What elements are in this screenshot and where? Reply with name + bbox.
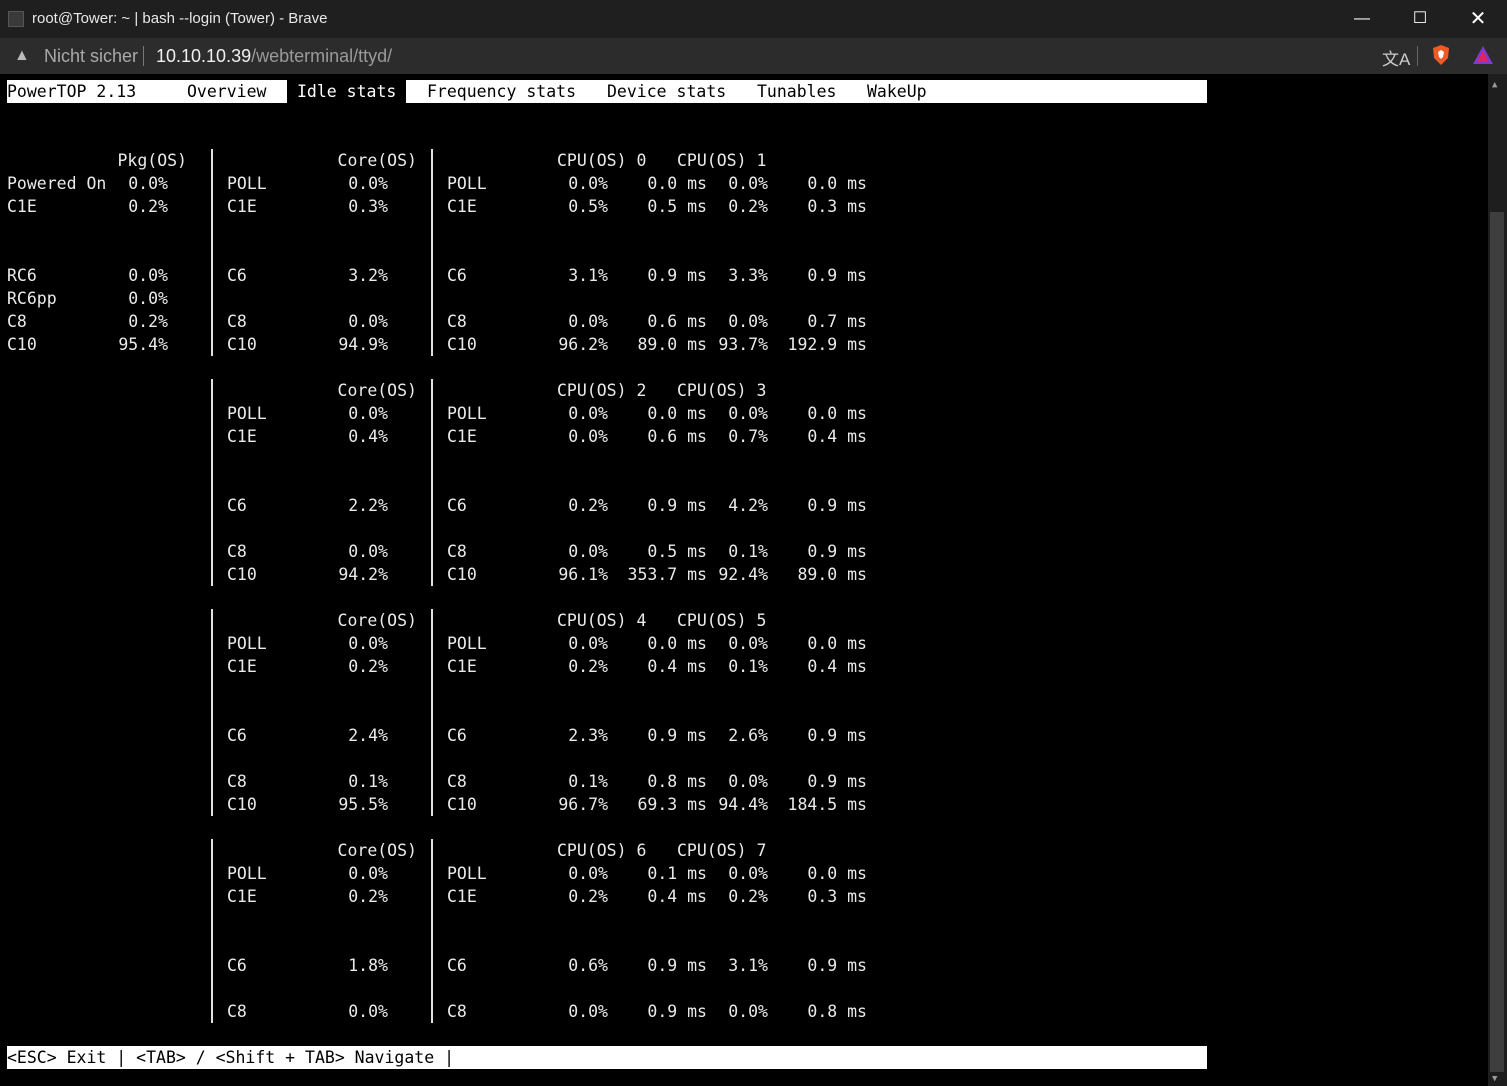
cpu-residency-ms: 0.0 ms xyxy=(807,404,867,423)
column-separator xyxy=(211,517,213,540)
column-separator xyxy=(211,448,213,471)
powertop-tab-bar: PowerTOP 2.13 Overview Idle stats Freque… xyxy=(7,80,1207,103)
cpu-residency-ms: 0.9 ms xyxy=(807,726,867,745)
powertop-title: PowerTOP 2.13 xyxy=(7,82,137,101)
cpu-header: CPU(OS) 6 xyxy=(557,841,647,860)
maximize-button[interactable]: ☐ xyxy=(1391,0,1449,38)
browser-address-bar: ▲ Nicht sicher 10.10.10.39/webterminal/t… xyxy=(0,38,1507,74)
column-separator xyxy=(431,839,433,862)
column-separator xyxy=(211,241,213,264)
column-separator xyxy=(431,908,433,931)
column-separator xyxy=(431,218,433,241)
scroll-down-arrow-icon[interactable]: ▼ xyxy=(1492,1074,1497,1084)
pkg-percent: 0.0% xyxy=(128,289,168,308)
column-separator xyxy=(431,678,433,701)
cpu-residency-ms: 0.0 ms xyxy=(807,864,867,883)
column-separator xyxy=(431,609,433,632)
cpu-residency-ms: 0.8 ms xyxy=(807,1002,867,1021)
column-separator xyxy=(431,149,433,172)
scrollbar-thumb[interactable] xyxy=(1490,212,1504,1072)
window-titlebar: root@Tower: ~ | bash --login (Tower) - B… xyxy=(0,0,1507,38)
scroll-up-arrow-icon[interactable]: ▲ xyxy=(1492,80,1497,90)
cpu-residency-ms: 0.9 ms xyxy=(807,956,867,975)
tab-overview[interactable]: Overview xyxy=(187,80,266,103)
column-separator xyxy=(431,241,433,264)
column-separator xyxy=(431,747,433,770)
terminal-app-icon xyxy=(8,11,24,27)
cpu-residency-ms: 0.9 ms xyxy=(807,772,867,791)
column-separator xyxy=(431,287,433,310)
column-separator xyxy=(431,701,433,724)
tab-frequency-stats[interactable]: Frequency stats xyxy=(427,80,576,103)
column-separator xyxy=(211,609,213,632)
column-separator xyxy=(211,839,213,862)
security-status-label[interactable]: Nicht sicher xyxy=(44,46,138,67)
column-separator xyxy=(431,471,433,494)
cpu-residency-ms: 0.9 ms xyxy=(807,496,867,515)
column-separator xyxy=(211,149,213,172)
column-separator xyxy=(211,471,213,494)
cpu-residency-ms: 0.9 ms xyxy=(807,542,867,561)
column-separator xyxy=(211,287,213,310)
cpu-residency-ms: 0.3 ms xyxy=(807,887,867,906)
url-field[interactable]: 10.10.10.39/webterminal/ttyd/ xyxy=(156,46,392,67)
column-separator xyxy=(211,701,213,724)
cpu-residency-ms: 192.9 ms xyxy=(787,335,867,354)
cpu-header: CPU(OS) 3 xyxy=(677,381,767,400)
column-separator xyxy=(431,977,433,1000)
cpu-header: CPU(OS) 7 xyxy=(677,841,767,860)
powertop-status-bar: <ESC> Exit | <TAB> / <Shift + TAB> Navig… xyxy=(7,1046,1207,1069)
column-separator xyxy=(211,218,213,241)
tab-tunables[interactable]: Tunables xyxy=(757,80,836,103)
cpu-residency-ms: 0.4 ms xyxy=(807,427,867,446)
column-separator xyxy=(431,517,433,540)
column-separator xyxy=(431,448,433,471)
tab-idle-stats[interactable]: Idle stats xyxy=(287,80,407,103)
cpu-residency-ms: 184.5 ms xyxy=(787,795,867,814)
cpu-residency-ms: 0.0 ms xyxy=(807,174,867,193)
close-button[interactable]: ✕ xyxy=(1449,0,1507,38)
warning-icon[interactable]: ▲ xyxy=(14,47,30,65)
url-path: /webterminal/ttyd/ xyxy=(251,46,393,66)
cpu-header: CPU(OS) 0 xyxy=(557,151,647,170)
cpu-residency-ms: 0.4 ms xyxy=(807,657,867,676)
window-title: root@Tower: ~ | bash --login (Tower) - B… xyxy=(32,10,328,27)
column-separator xyxy=(211,931,213,954)
brave-rewards-icon[interactable] xyxy=(1472,45,1494,65)
cpu-header: CPU(OS) 1 xyxy=(677,151,767,170)
column-separator xyxy=(431,931,433,954)
cpu-residency-ms: 0.7 ms xyxy=(807,312,867,331)
minimize-button[interactable]: — xyxy=(1333,0,1391,38)
column-separator xyxy=(211,379,213,402)
cpu-header: CPU(OS) 4 xyxy=(557,611,647,630)
cpu-residency-ms: 0.9 ms xyxy=(807,266,867,285)
column-separator xyxy=(211,908,213,931)
cpu-header: CPU(OS) 5 xyxy=(677,611,767,630)
toolbar-divider xyxy=(1417,46,1418,66)
url-host: 10.10.10.39 xyxy=(156,46,252,66)
column-separator xyxy=(431,379,433,402)
column-separator xyxy=(211,747,213,770)
cpu-header: CPU(OS) 2 xyxy=(557,381,647,400)
column-separator xyxy=(211,678,213,701)
column-separator xyxy=(211,977,213,1000)
address-divider xyxy=(143,46,144,66)
cpu-residency-ms: 0.3 ms xyxy=(807,197,867,216)
cpu-residency-ms: 89.0 ms xyxy=(797,565,867,584)
cpu-residency-ms: 0.0 ms xyxy=(807,634,867,653)
brave-shields-icon[interactable] xyxy=(1431,44,1451,66)
translate-icon[interactable]: 文A xyxy=(1382,45,1410,70)
tab-device-stats[interactable]: Device stats xyxy=(607,80,726,103)
tab-wakeup[interactable]: WakeUp xyxy=(867,80,927,103)
